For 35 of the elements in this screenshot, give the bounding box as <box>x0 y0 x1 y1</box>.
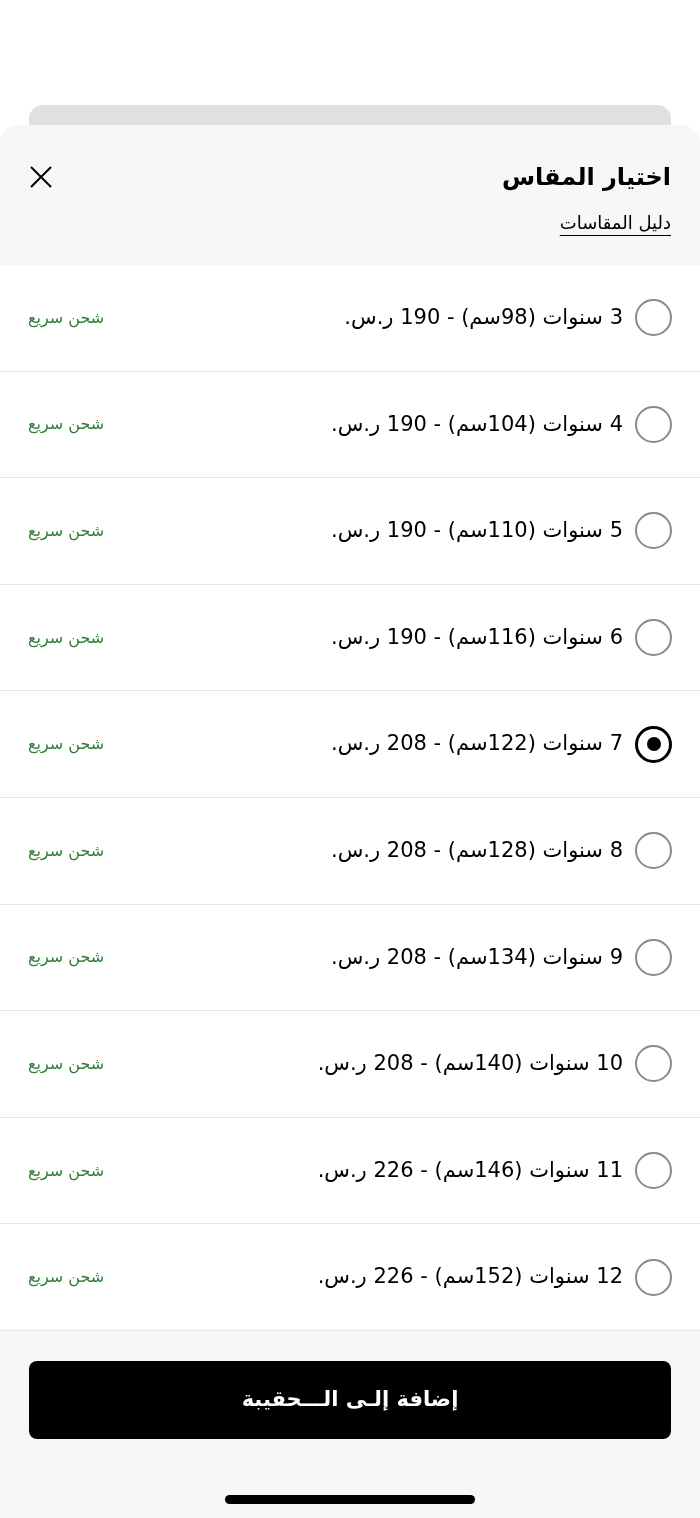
size-label: 9 سنوات (134سم) - 208 ر.س. <box>331 943 623 971</box>
size-label: 12 سنوات (152سم) - 226 ر.س. <box>317 1263 623 1291</box>
size-label: 4 سنوات (104سم) - 190 ر.س. <box>331 410 623 438</box>
radio-button[interactable] <box>635 1045 672 1083</box>
radio-button[interactable] <box>635 938 672 976</box>
size-label: 7 سنوات (122سم) - 208 ر.س. <box>331 730 623 758</box>
fast-shipping-label: شحن سريع <box>28 520 105 543</box>
fast-shipping-label: شحن سريع <box>28 626 105 650</box>
size-label: 6 سنوات (116سم) - 190 ر.س. <box>331 623 623 651</box>
radio-button[interactable] <box>635 299 672 337</box>
size-label: 10 سنوات (140سم) - 208 ر.س. <box>317 1050 623 1078</box>
size-label: 8 سنوات (128سم) - 208 ر.س. <box>331 837 623 864</box>
radio-button[interactable] <box>635 725 672 763</box>
size-label: 11 سنوات (146سم) - 226 ر.س. <box>317 1156 623 1184</box>
fast-shipping-label: شحن سريع <box>28 839 105 863</box>
size-label: 3 سنوات (98سم) - 190 ر.س. <box>344 304 623 332</box>
fast-shipping-label: شحن سريع <box>28 1159 105 1183</box>
size-guide-link[interactable]: دليل المقاسات <box>559 209 671 236</box>
close-button[interactable] <box>29 165 53 189</box>
fast-shipping-label: شحن سريع <box>28 1266 105 1289</box>
add-to-bag-button[interactable]: إضافة إلـى الـــحقيبة <box>29 1360 671 1439</box>
size-label: 5 سنوات (110سم) - 190 ر.س. <box>331 517 623 545</box>
radio-button[interactable] <box>635 405 672 443</box>
fast-shipping-label: شحن سريع <box>28 306 105 330</box>
radio-button[interactable] <box>635 619 672 657</box>
fast-shipping-label: شحن سريع <box>28 413 105 436</box>
fast-shipping-label: شحن سريع <box>28 946 105 969</box>
radio-button[interactable] <box>635 512 672 550</box>
radio-button[interactable] <box>635 832 672 870</box>
radio-button[interactable] <box>635 1258 672 1296</box>
fast-shipping-label: شحن سريع <box>28 733 105 756</box>
close-icon <box>30 166 52 188</box>
sheet-title: اختيار المقاس <box>501 162 671 193</box>
radio-button[interactable] <box>635 1152 672 1190</box>
fast-shipping-label: شحن سريع <box>28 1052 105 1076</box>
